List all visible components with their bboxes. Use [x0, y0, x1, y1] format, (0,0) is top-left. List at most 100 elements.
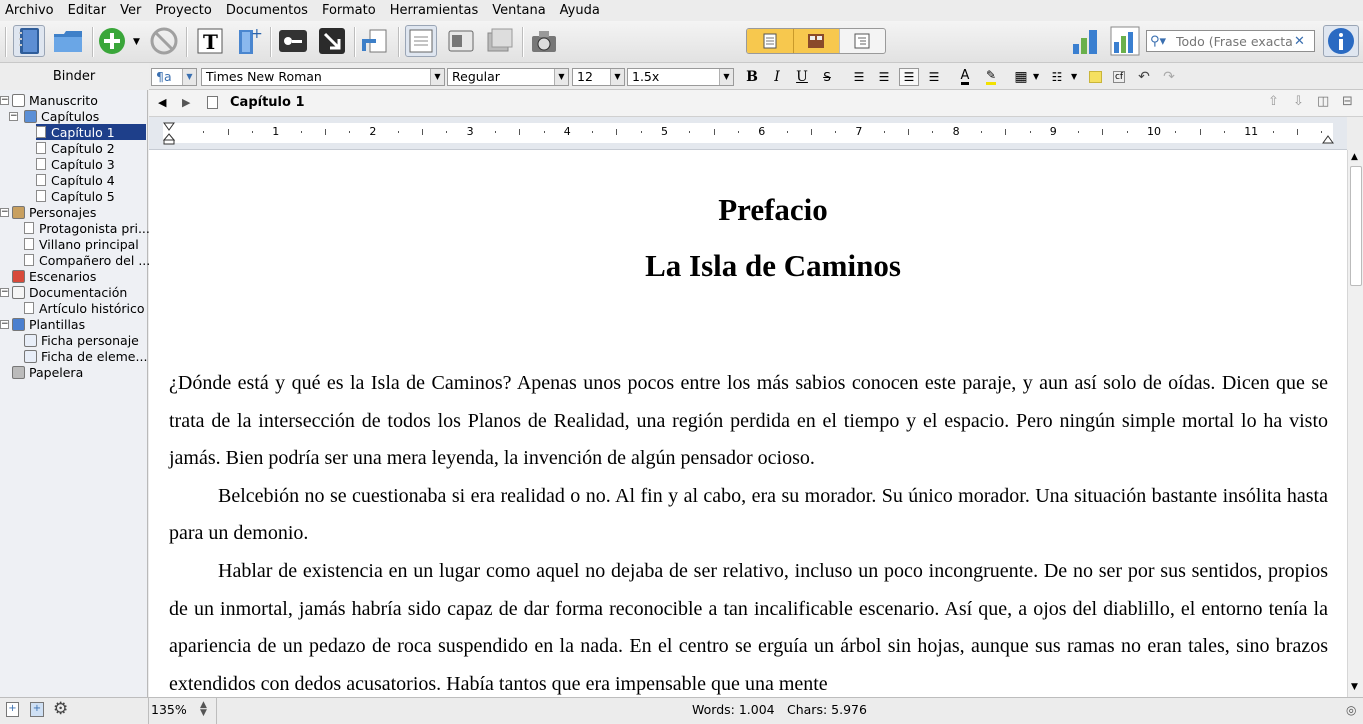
chevron-down-icon[interactable]: ▼ [1033, 72, 1039, 81]
gear-icon[interactable]: ⚙ [53, 699, 68, 719]
chevron-down-icon[interactable]: ▼ [1071, 72, 1077, 81]
vertical-scrollbar[interactable]: ▲ ▼ [1347, 150, 1363, 697]
forward-arrow-icon[interactable]: ▶ [182, 96, 190, 109]
highlight-button[interactable]: ✎ [981, 68, 1001, 86]
table-button[interactable]: ▦ [1011, 68, 1031, 86]
search-input[interactable] [1176, 33, 1294, 49]
goto-button[interactable] [360, 25, 392, 57]
collapse-toggle-icon[interactable]: − [0, 208, 9, 217]
binder-item[interactable]: Ficha personaje [24, 332, 139, 348]
menu-documentos[interactable]: Documentos [226, 3, 308, 18]
list-button[interactable]: ☷ [1047, 68, 1067, 86]
size-select[interactable]: 12 ▼ [572, 68, 625, 86]
bold-button[interactable]: B [742, 68, 762, 86]
fullscreen-button[interactable] [316, 25, 348, 57]
binder-toggle-button[interactable] [13, 25, 45, 57]
binder-item[interactable]: Manuscrito [12, 92, 98, 108]
document-menu-icon[interactable] [207, 96, 218, 109]
snapshot-view-button[interactable] [483, 25, 515, 57]
collapse-toggle-icon[interactable]: − [0, 320, 9, 329]
add-folder-icon[interactable]: + [30, 702, 44, 717]
scroll-up-icon[interactable]: ▲ [1351, 152, 1358, 162]
footnote-button[interactable]: cf [1109, 68, 1129, 86]
menu-editar[interactable]: Editar [68, 3, 107, 18]
style-select[interactable]: ¶a ▼ [151, 68, 197, 86]
corkboard-view-button[interactable] [793, 29, 839, 53]
align-justify-button[interactable]: ☰ [899, 68, 919, 86]
align-left-button[interactable]: ☰ [849, 68, 869, 86]
binder-item[interactable]: Protagonista pri... [24, 220, 150, 236]
binder-item[interactable]: Capítulo 4 [36, 172, 115, 188]
align-center-button[interactable]: ☰ [874, 68, 894, 86]
scroll-thumb[interactable] [1350, 166, 1362, 286]
left-indent-marker[interactable] [163, 133, 175, 145]
document-view-button[interactable] [747, 29, 794, 53]
collapse-toggle-icon[interactable]: − [0, 288, 9, 297]
binder-item[interactable]: Papelera [12, 364, 83, 380]
text-color-button[interactable]: A [955, 68, 975, 86]
binder-item[interactable]: Ficha de eleme... [24, 348, 147, 364]
underline-button[interactable]: U [792, 68, 812, 86]
zoom-level[interactable]: 135% [151, 702, 187, 717]
binder-item[interactable]: Artículo histórico [24, 300, 145, 316]
italic-button[interactable]: I [767, 68, 787, 86]
clear-search-icon[interactable]: ✕ [1294, 34, 1305, 49]
menu-ver[interactable]: Ver [120, 3, 141, 18]
font-select[interactable]: Times New Roman ▼ [201, 68, 445, 86]
binder-item[interactable]: Capítulos [24, 108, 99, 124]
binder-item[interactable]: Personajes [12, 204, 96, 220]
new-folder-button[interactable]: + [232, 25, 264, 57]
spacing-select[interactable]: 1.5x ▼ [627, 68, 734, 86]
zoom-stepper-icon[interactable]: ▲ ▼ [200, 701, 207, 718]
binder-item[interactable]: Villano principal [24, 236, 139, 252]
up-arrow-icon[interactable]: ⇧ [1268, 94, 1279, 109]
binder-item[interactable]: Plantillas [12, 316, 85, 332]
collections-button[interactable] [52, 25, 84, 57]
menu-ayuda[interactable]: Ayuda [560, 3, 600, 18]
menu-herramientas[interactable]: Herramientas [390, 3, 479, 18]
menu-archivo[interactable]: Archivo [5, 3, 54, 18]
editor-page[interactable]: Prefacio La Isla de Caminos ¿Dónde está … [149, 150, 1347, 697]
target-icon[interactable]: ◎ [1346, 703, 1356, 717]
align-right-button[interactable]: ☰ [924, 68, 944, 86]
chevron-down-icon[interactable]: ▼ [133, 37, 140, 47]
search-icon[interactable]: ⚲▾ [1150, 34, 1176, 49]
comment-button[interactable] [1085, 68, 1105, 86]
inspector-view-button[interactable] [445, 25, 477, 57]
search-box[interactable]: ⚲▾ ✕ [1146, 30, 1315, 52]
weight-select[interactable]: Regular ▼ [447, 68, 569, 86]
targets-button[interactable] [1109, 25, 1141, 57]
add-button[interactable] [96, 25, 128, 57]
binder-item[interactable]: Capítulo 3 [36, 156, 115, 172]
ruler[interactable]: 1 2 3 4 5 6 7 8 9 10 11 [149, 117, 1347, 150]
delete-button[interactable] [148, 25, 180, 57]
keywords-button[interactable] [277, 25, 309, 57]
binder-item[interactable]: Capítulo 5 [36, 188, 115, 204]
add-document-icon[interactable]: + [6, 702, 19, 717]
menu-formato[interactable]: Formato [322, 3, 376, 18]
collapse-toggle-icon[interactable]: − [0, 96, 9, 105]
right-indent-marker[interactable] [1322, 135, 1334, 145]
menu-proyecto[interactable]: Proyecto [155, 3, 212, 18]
split-vertical-icon[interactable]: ◫ [1317, 94, 1329, 109]
camera-button[interactable] [528, 25, 560, 57]
collapse-toggle-icon[interactable]: − [9, 112, 18, 121]
inspector-button[interactable] [1323, 25, 1359, 57]
binder-item[interactable]: Capítulo 2 [36, 140, 115, 156]
redo-button[interactable]: ↷ [1159, 68, 1179, 86]
binder-item[interactable]: Compañero del ... [24, 252, 150, 268]
undo-button[interactable]: ↶ [1134, 68, 1154, 86]
menu-ventana[interactable]: Ventana [492, 3, 545, 18]
binder-item[interactable]: Documentación [12, 284, 127, 300]
body-text[interactable]: ¿Dónde está y qué es la Isla de Caminos?… [169, 365, 1328, 697]
scroll-down-icon[interactable]: ▼ [1351, 682, 1358, 692]
split-horizontal-icon[interactable]: ⊟ [1342, 94, 1353, 109]
back-arrow-icon[interactable]: ◀ [158, 96, 166, 109]
outliner-view-button[interactable] [838, 29, 885, 53]
new-text-button[interactable]: T [194, 25, 226, 57]
statistics-button[interactable] [1070, 25, 1102, 57]
binder-item[interactable]: Capítulo 1 [36, 124, 146, 140]
down-arrow-icon[interactable]: ⇩ [1293, 94, 1304, 109]
strikethrough-button[interactable]: S [817, 68, 837, 86]
binder-item[interactable]: Escenarios [12, 268, 96, 284]
